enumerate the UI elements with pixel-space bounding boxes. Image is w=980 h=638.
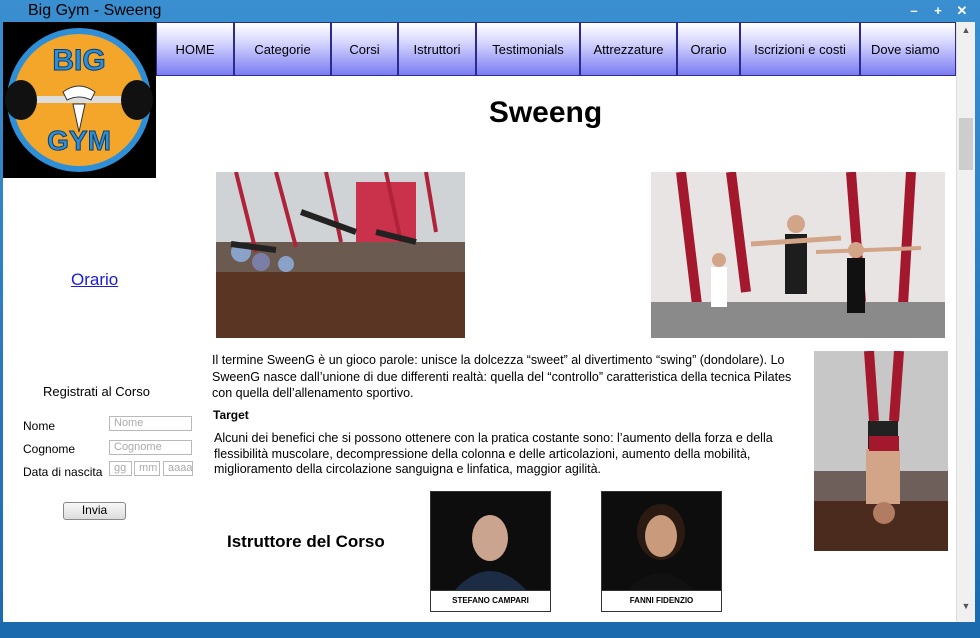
nav-item-corsi[interactable]: Corsi [331,22,398,76]
instructor-card[interactable]: FANNI FIDENZIO [601,491,722,612]
year-field[interactable]: aaaa [163,461,193,476]
page-content: BIG GYM HOME Categorie Corsi Istruttori … [3,22,956,622]
data-nascita-label: Data di nascita [23,465,103,479]
logo-top-text: BIG [52,44,105,77]
nav-item-label: HOME [175,41,215,57]
scroll-up-icon[interactable]: ▲ [957,22,975,38]
instructor-photo [602,492,721,592]
month-field[interactable]: mm [134,461,160,476]
page-title: Sweeng [488,96,603,129]
title-bar: Big Gym - Sweeng – + ✕ [0,0,980,22]
window-title: Big Gym - Sweeng [28,2,162,19]
gym-logo[interactable]: BIG GYM [3,22,156,178]
form-title: Registrati al Corso [43,384,150,399]
nav-item-testimonials[interactable]: Testimonials [476,22,580,76]
instructor-name: FANNI FIDENZIO [602,590,721,611]
gym-photo-inverted [814,351,948,551]
nav-item-istruttori[interactable]: Istruttori [398,22,476,76]
day-field[interactable]: gg [109,461,132,476]
cognome-label: Cognome [23,442,76,456]
course-description: Il termine SweenG è un gioco parole: uni… [212,353,792,400]
gym-photo-group [651,172,945,338]
orario-link[interactable]: Orario [71,270,118,290]
nav-item-label: Dove siamo [871,41,940,57]
instructor-heading: Istruttore del Corso [227,532,385,551]
vertical-scrollbar[interactable]: ▲ ▼ [956,22,975,622]
nav-item-label: Iscrizioni e costi [754,41,846,57]
nav-item-label: Attrezzature [593,41,664,57]
nav-item-dove-siamo[interactable]: Dove siamo [860,22,956,76]
instructor-card[interactable]: STEFANO CAMPARI [430,491,551,612]
nav-item-orario[interactable]: Orario [677,22,740,76]
nav-item-attrezzature[interactable]: Attrezzature [580,22,677,76]
target-heading: Target [213,408,249,422]
benefits-text: Alcuni dei benefici che si possono otten… [214,431,773,476]
gym-photo-hammocks [216,172,465,338]
nav-item-label: Corsi [349,41,380,57]
scroll-down-icon[interactable]: ▼ [957,598,975,614]
nav-item-label: Categorie [254,41,311,57]
browser-window: Big Gym - Sweeng – + ✕ BIG GYM HOME Cate [0,0,980,638]
nav-item-label: Testimonials [492,41,564,57]
instructor-photo [431,492,550,592]
nome-field[interactable]: Nome [109,416,192,431]
nav-item-iscrizioni[interactable]: Iscrizioni e costi [740,22,860,76]
nav-item-categorie[interactable]: Categorie [234,22,331,76]
nav-item-home[interactable]: HOME [156,22,234,76]
nav-item-label: Orario [690,41,727,57]
instructor-name: STEFANO CAMPARI [431,590,550,611]
nome-label: Nome [23,419,56,433]
scroll-thumb[interactable] [959,118,973,170]
submit-button[interactable]: Invia [63,502,126,520]
main-nav: HOME Categorie Corsi Istruttori Testimon… [156,22,956,78]
minimize-icon[interactable]: – [903,2,925,20]
cognome-field[interactable]: Cognome [109,440,192,455]
nav-item-label: Istruttori [413,41,461,57]
window-bottom-edge [0,622,980,638]
close-icon[interactable]: ✕ [951,2,973,20]
maximize-icon[interactable]: + [927,2,949,20]
